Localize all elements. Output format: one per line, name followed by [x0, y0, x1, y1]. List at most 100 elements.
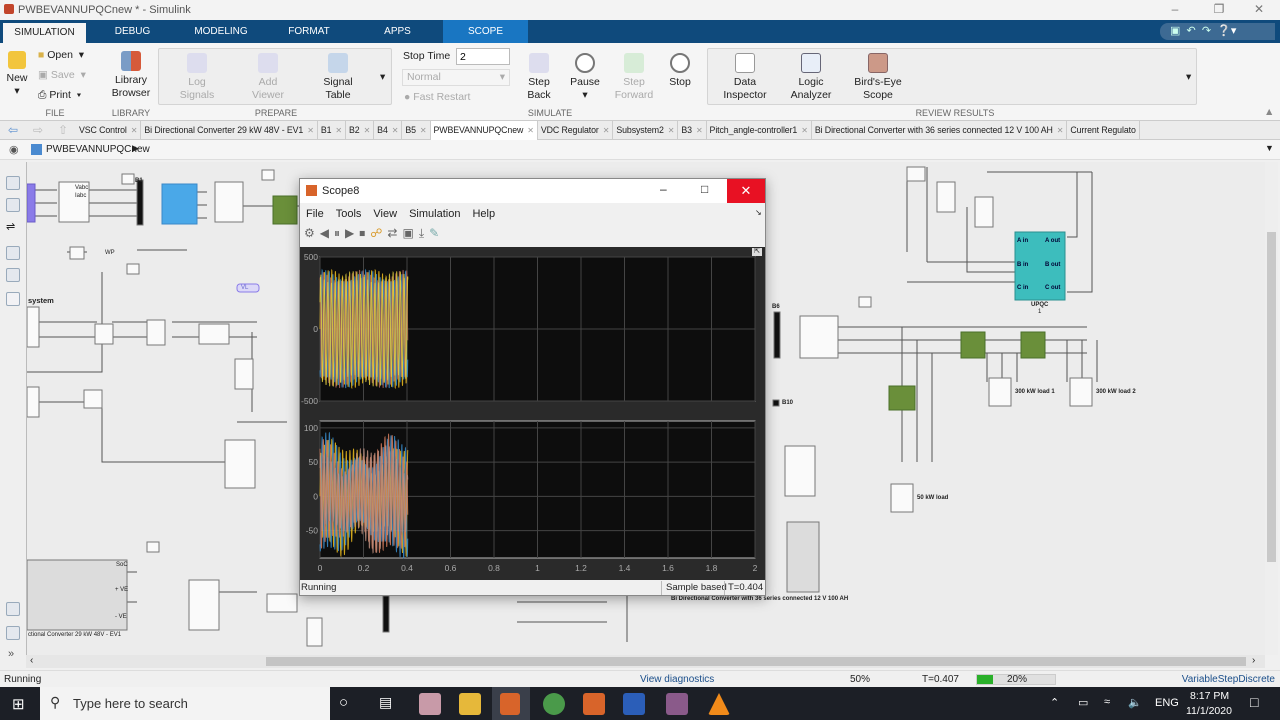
maximize-button[interactable]: ❐	[1204, 2, 1234, 16]
stop-time-input[interactable]	[456, 48, 510, 65]
library-browser-button[interactable]: Library Browser	[110, 51, 152, 100]
pause-button[interactable]: Pause ▾	[566, 53, 604, 102]
autoscale-icon[interactable]: ▣	[402, 226, 418, 240]
scope-minimize-button[interactable]: –	[660, 182, 667, 196]
annotation-icon[interactable]	[6, 246, 20, 260]
tab-scope[interactable]: SCOPE	[443, 20, 528, 43]
close-tab-icon[interactable]: ✕	[801, 126, 808, 135]
language-indicator[interactable]: ENG	[1155, 697, 1179, 709]
model-tab[interactable]: VSC Control ✕	[76, 121, 142, 140]
close-tab-icon[interactable]: ✕	[603, 126, 610, 135]
highlight-signal-icon[interactable]: ☍	[370, 226, 387, 240]
wifi-icon[interactable]: ≈	[1104, 696, 1110, 708]
model-tab[interactable]: Subsystem2 ✕	[613, 121, 679, 140]
vertical-scrollbar[interactable]	[1265, 162, 1278, 655]
save-quick-icon[interactable]: ▣	[1170, 25, 1180, 37]
stop-button[interactable]: Stop	[662, 53, 698, 89]
expand-palette-icon[interactable]: »	[8, 648, 14, 660]
step-back-icon[interactable]: ◀	[320, 226, 334, 240]
close-tab-icon[interactable]: ✕	[364, 126, 371, 135]
tab-modeling[interactable]: MODELING	[185, 20, 257, 43]
close-tab-icon[interactable]: ✕	[420, 126, 427, 135]
horizontal-scroll-thumb[interactable]	[266, 657, 1246, 666]
scroll-left-icon[interactable]: ‹	[30, 655, 33, 666]
snipping-tool-icon[interactable]	[419, 693, 441, 715]
solver-name[interactable]: VariableStepDiscrete	[1182, 674, 1275, 685]
undock-plot-icon[interactable]: ⇱	[752, 248, 762, 256]
close-tab-icon[interactable]: ✕	[668, 126, 675, 135]
model-tab[interactable]: PWBEVANNUPQCnew ✕	[430, 121, 538, 140]
close-tab-icon[interactable]: ✕	[1057, 126, 1064, 135]
model-tab[interactable]: B5 ✕	[402, 121, 431, 140]
hide-browser-icon[interactable]: ◉	[9, 143, 19, 156]
log-signals-button[interactable]: Log Signals	[172, 53, 222, 102]
up-arrow-icon[interactable]: ⇧	[58, 123, 68, 137]
signal-table-button[interactable]: Signal Table	[313, 53, 363, 102]
vertical-scroll-thumb[interactable]	[1267, 232, 1276, 562]
scope-close-button[interactable]: ✕	[727, 179, 765, 203]
task-view-icon[interactable]: ▤	[379, 694, 392, 711]
step-forward-button[interactable]: Step Forward	[612, 53, 656, 102]
close-tab-icon[interactable]: ✕	[527, 126, 534, 135]
volume-icon[interactable]: 🔈	[1128, 696, 1142, 709]
menu-tools[interactable]: Tools	[336, 208, 362, 220]
help-icon[interactable]: ❔▾	[1217, 25, 1236, 37]
minimize-button[interactable]: –	[1160, 2, 1190, 16]
word-icon[interactable]	[623, 693, 645, 715]
screenshot-icon[interactable]	[6, 602, 20, 616]
route-lines-icon[interactable]: ⇌	[6, 220, 20, 234]
zoom-icon[interactable]: ⇄	[387, 226, 402, 240]
undo-icon[interactable]: ↶	[1187, 25, 1196, 37]
fast-restart-button[interactable]: ● Fast Restart	[404, 91, 470, 104]
logic-analyzer-button[interactable]: Logic Analyzer	[786, 53, 836, 102]
tab-apps[interactable]: APPS	[365, 20, 430, 43]
model-tab[interactable]: B3 ✕	[678, 121, 707, 140]
cortana-icon[interactable]: ○	[339, 694, 348, 711]
model-tab[interactable]: Pitch_angle-controller1 ✕	[707, 121, 812, 140]
close-tab-icon[interactable]: ✕	[696, 126, 703, 135]
vlc-icon[interactable]	[708, 693, 730, 715]
clock-date[interactable]: 11/1/2020	[1186, 705, 1232, 717]
show-hidden-icons[interactable]: ⌃	[1050, 696, 1059, 709]
zoom-level[interactable]: 50%	[850, 674, 870, 685]
model-tab[interactable]: B1 ✕	[318, 121, 346, 140]
breadcrumb-arrow-icon[interactable]: ▶	[132, 143, 139, 154]
prepare-expand-button[interactable]: ▾	[380, 71, 385, 84]
close-tab-icon[interactable]: ✕	[392, 126, 399, 135]
menu-simulation[interactable]: Simulation	[409, 208, 460, 220]
windows-start-icon[interactable]: ⊞	[12, 695, 25, 713]
open-button[interactable]: ■ Open ▾	[38, 49, 84, 62]
model-tab[interactable]: B2 ✕	[346, 121, 375, 140]
model-tab[interactable]: Bi Directional Converter with 36 series …	[812, 121, 1068, 140]
image-icon[interactable]	[6, 268, 20, 282]
model-tab[interactable]: B4 ✕	[374, 121, 403, 140]
data-inspector-button[interactable]: Data Inspector	[720, 53, 770, 102]
pause-icon[interactable]: ⏸	[334, 226, 345, 240]
step-back-button[interactable]: Step Back	[520, 53, 558, 102]
forward-arrow-icon[interactable]: ⇨	[33, 123, 43, 137]
new-button[interactable]: New ▾	[4, 51, 30, 98]
matlab-active-taskbar-button[interactable]	[492, 687, 530, 720]
model-tab[interactable]: Current Regulato	[1067, 121, 1140, 140]
triggers-icon[interactable]: ⤓	[419, 226, 429, 240]
matlab-icon-2[interactable]	[583, 693, 605, 715]
review-expand-button[interactable]: ▾	[1186, 71, 1191, 84]
simulation-mode-select[interactable]: Normal ▾	[402, 69, 510, 86]
clock-time[interactable]: 8:17 PM	[1190, 690, 1229, 702]
print-button[interactable]: ⎙ Print ▾	[38, 89, 81, 102]
area-icon[interactable]	[6, 292, 20, 306]
menu-file[interactable]: File	[306, 208, 324, 220]
battery-icon[interactable]: ▭	[1078, 696, 1088, 709]
file-explorer-icon[interactable]	[459, 693, 481, 715]
save-button[interactable]: ▣ Save ▾	[38, 69, 86, 82]
tab-debug[interactable]: DEBUG	[100, 20, 165, 43]
back-arrow-icon[interactable]: ⇦	[8, 123, 18, 137]
close-tab-icon[interactable]: ✕	[307, 126, 314, 135]
scroll-right-icon[interactable]: ›	[1252, 655, 1255, 666]
zoom-icon[interactable]	[6, 176, 20, 190]
measurements-icon[interactable]: ✎	[429, 226, 444, 240]
taskbar-search-box[interactable]: ⚲ Type here to search	[40, 687, 330, 720]
view-diagnostics-link[interactable]: View diagnostics	[640, 674, 714, 685]
redo-icon[interactable]: ↷	[1202, 25, 1211, 37]
fit-view-icon[interactable]	[6, 198, 20, 212]
